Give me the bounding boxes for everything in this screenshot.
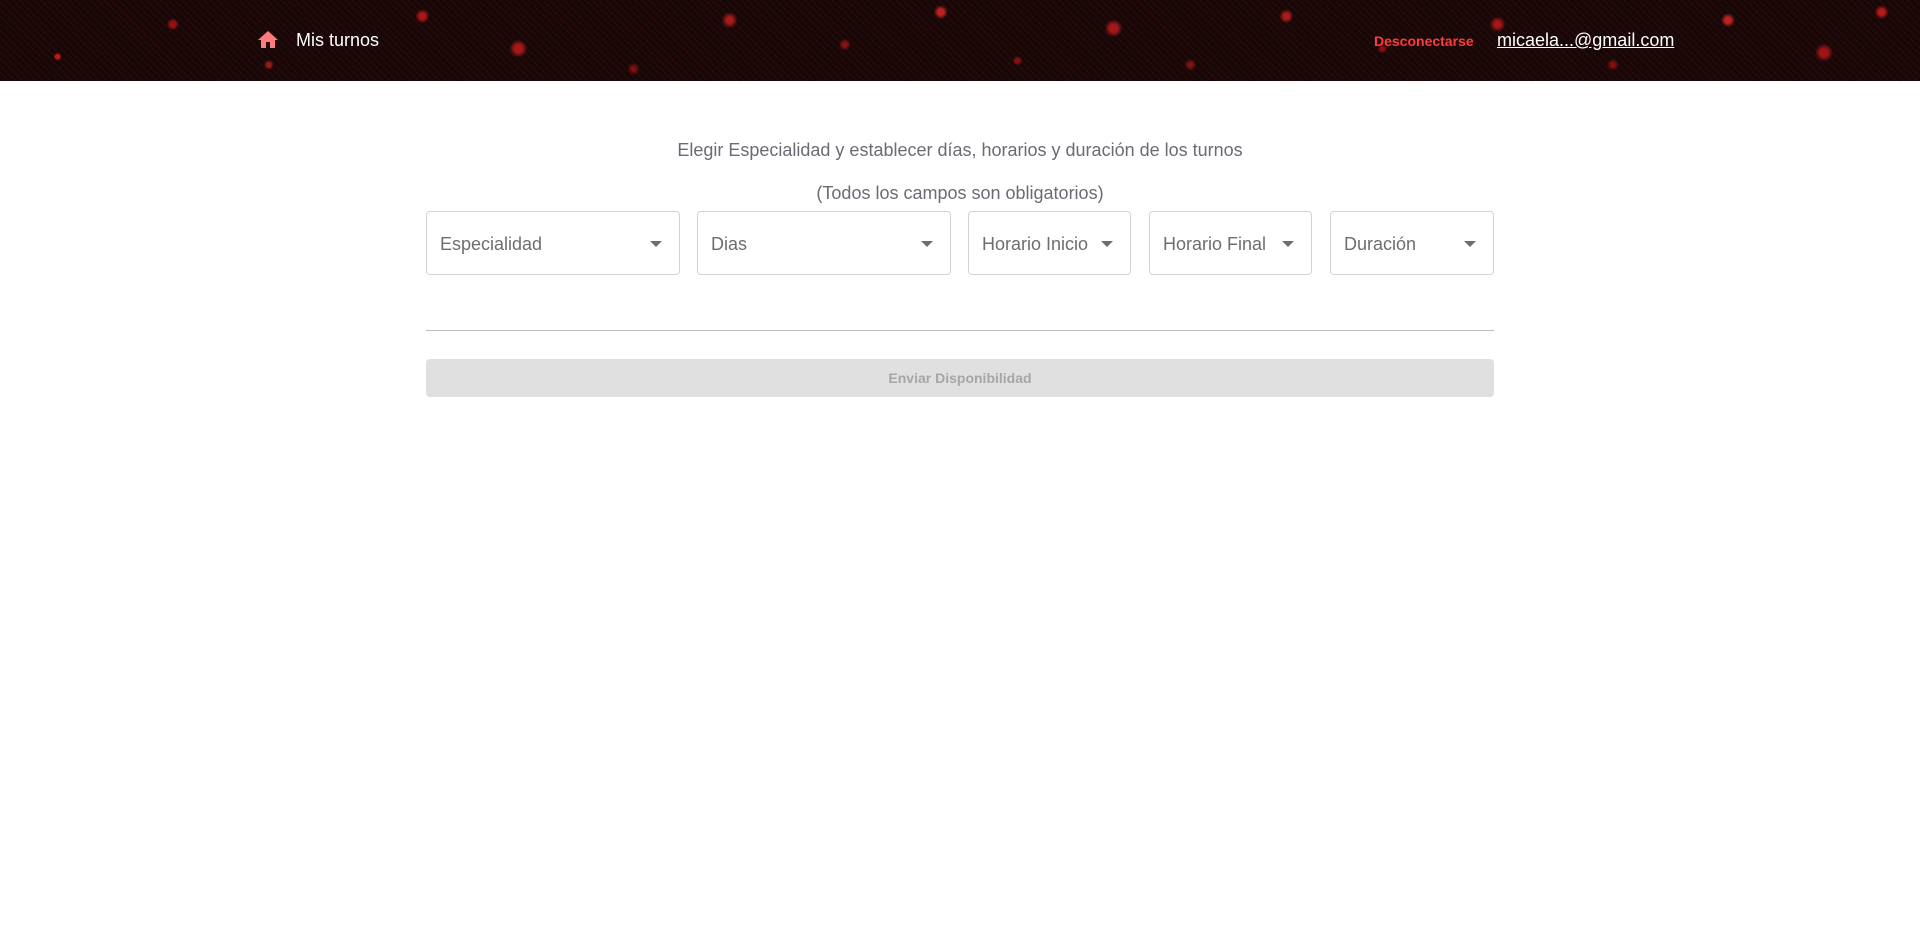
dropdown-arrow-icon xyxy=(1101,241,1113,247)
duracion-select-label: Duración xyxy=(1344,234,1417,254)
home-icon xyxy=(258,31,278,48)
dropdown-arrow-icon xyxy=(1464,241,1476,247)
top-navbar: Mis turnos Desconectarse micaela...@gmai… xyxy=(0,0,1920,81)
horario-inicio-select-label: Horario Inicio xyxy=(982,234,1089,254)
especialidad-select-label: Especialidad xyxy=(440,234,543,254)
user-email-link[interactable]: micaela...@gmail.com xyxy=(1497,29,1674,51)
nav-home-link[interactable]: Mis turnos xyxy=(256,28,379,52)
dropdown-arrow-icon xyxy=(1282,241,1294,247)
horario-inicio-select[interactable]: Horario Inicio xyxy=(968,211,1131,275)
horario-final-select-label: Horario Final xyxy=(1163,234,1267,254)
dias-select-label: Dias xyxy=(711,234,748,254)
nav-home-label: Mis turnos xyxy=(296,30,380,50)
horario-final-select[interactable]: Horario Final xyxy=(1149,211,1312,275)
duracion-select[interactable]: Duración xyxy=(1330,211,1494,275)
dropdown-arrow-icon xyxy=(921,241,933,247)
dias-select[interactable]: Dias xyxy=(697,211,951,275)
required-fields-note: (Todos los campos son obligatorios) xyxy=(816,183,1104,203)
form-divider xyxy=(426,330,1494,331)
dropdown-arrow-icon xyxy=(650,241,662,247)
logout-link[interactable]: Desconectarse xyxy=(1374,32,1474,50)
form-instruction: Elegir Especialidad y establecer días, h… xyxy=(677,140,1243,160)
especialidad-select[interactable]: Especialidad xyxy=(426,211,680,275)
submit-availability-button[interactable]: Enviar Disponibilidad xyxy=(426,359,1494,397)
